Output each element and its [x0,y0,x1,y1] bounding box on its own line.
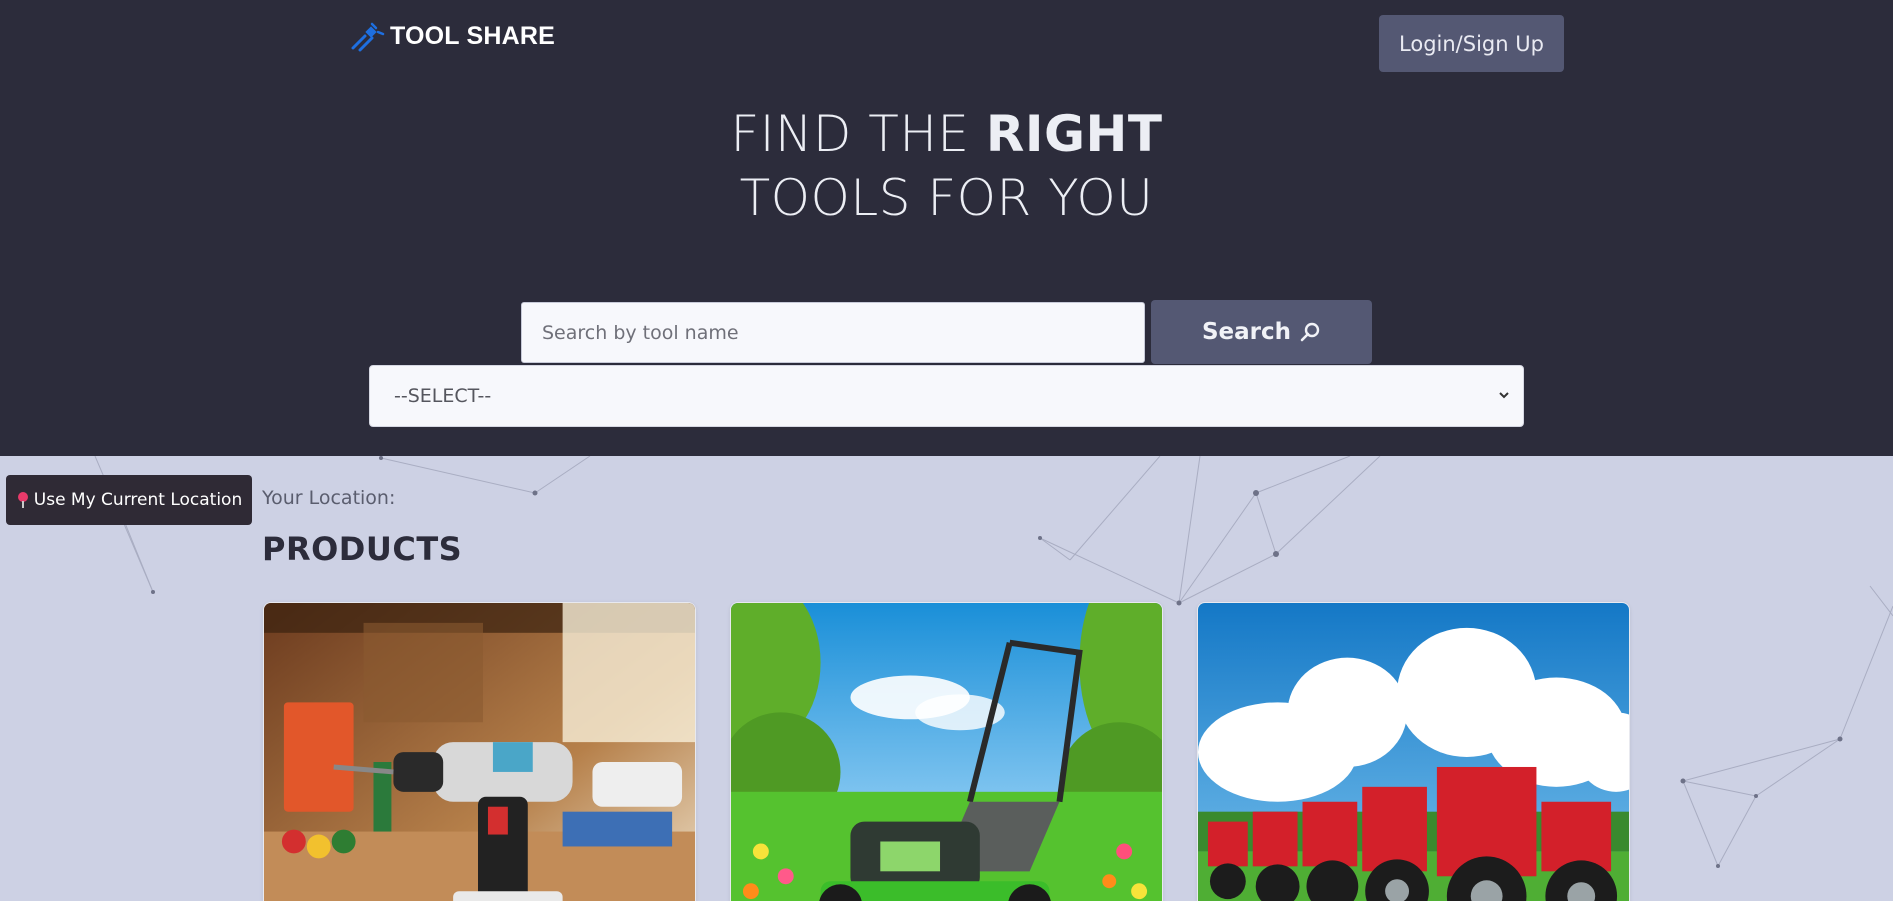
product-card-lawn-mower[interactable] [730,602,1163,901]
chevron-down-icon [1499,392,1509,399]
hero-headline: FIND THE RIGHT TOOLS FOR YOU [0,102,1893,230]
product-card-drill[interactable] [263,602,696,901]
search-icon [1300,322,1320,342]
search-input[interactable] [521,302,1145,363]
products-heading: PRODUCTS [262,530,463,568]
brand-logo[interactable]: TOOL SHARE [350,20,555,52]
cordless-drill-workshop-image [264,603,695,901]
headline-bold-text: RIGHT [985,105,1163,163]
select-value: --SELECT-- [394,385,492,407]
lawn-mower-garden-image [731,603,1162,901]
product-card-tractors[interactable] [1197,602,1630,901]
search-button-label: Search [1201,319,1292,345]
hero-header: TOOL SHARE Login/Sign Up FIND THE RIGHT … [0,0,1893,456]
location-pin-icon [17,492,28,508]
use-current-location-button[interactable]: Use My Current Location [6,475,252,525]
headline-light-text: FIND THE [730,105,986,163]
headline-line1: FIND THE RIGHT [730,105,1162,163]
brand-name: TOOL SHARE [390,21,555,50]
headline-line2: TOOLS FOR YOU [739,169,1154,227]
red-tractors-field-image [1198,603,1629,901]
category-select[interactable]: --SELECT-- [369,365,1524,427]
tools-logo-icon [351,22,385,52]
login-signup-button[interactable]: Login/Sign Up [1379,15,1564,72]
search-button[interactable]: Search [1151,300,1372,364]
your-location-label: Your Location: [262,487,396,509]
location-button-label: Use My Current Location [33,490,243,510]
